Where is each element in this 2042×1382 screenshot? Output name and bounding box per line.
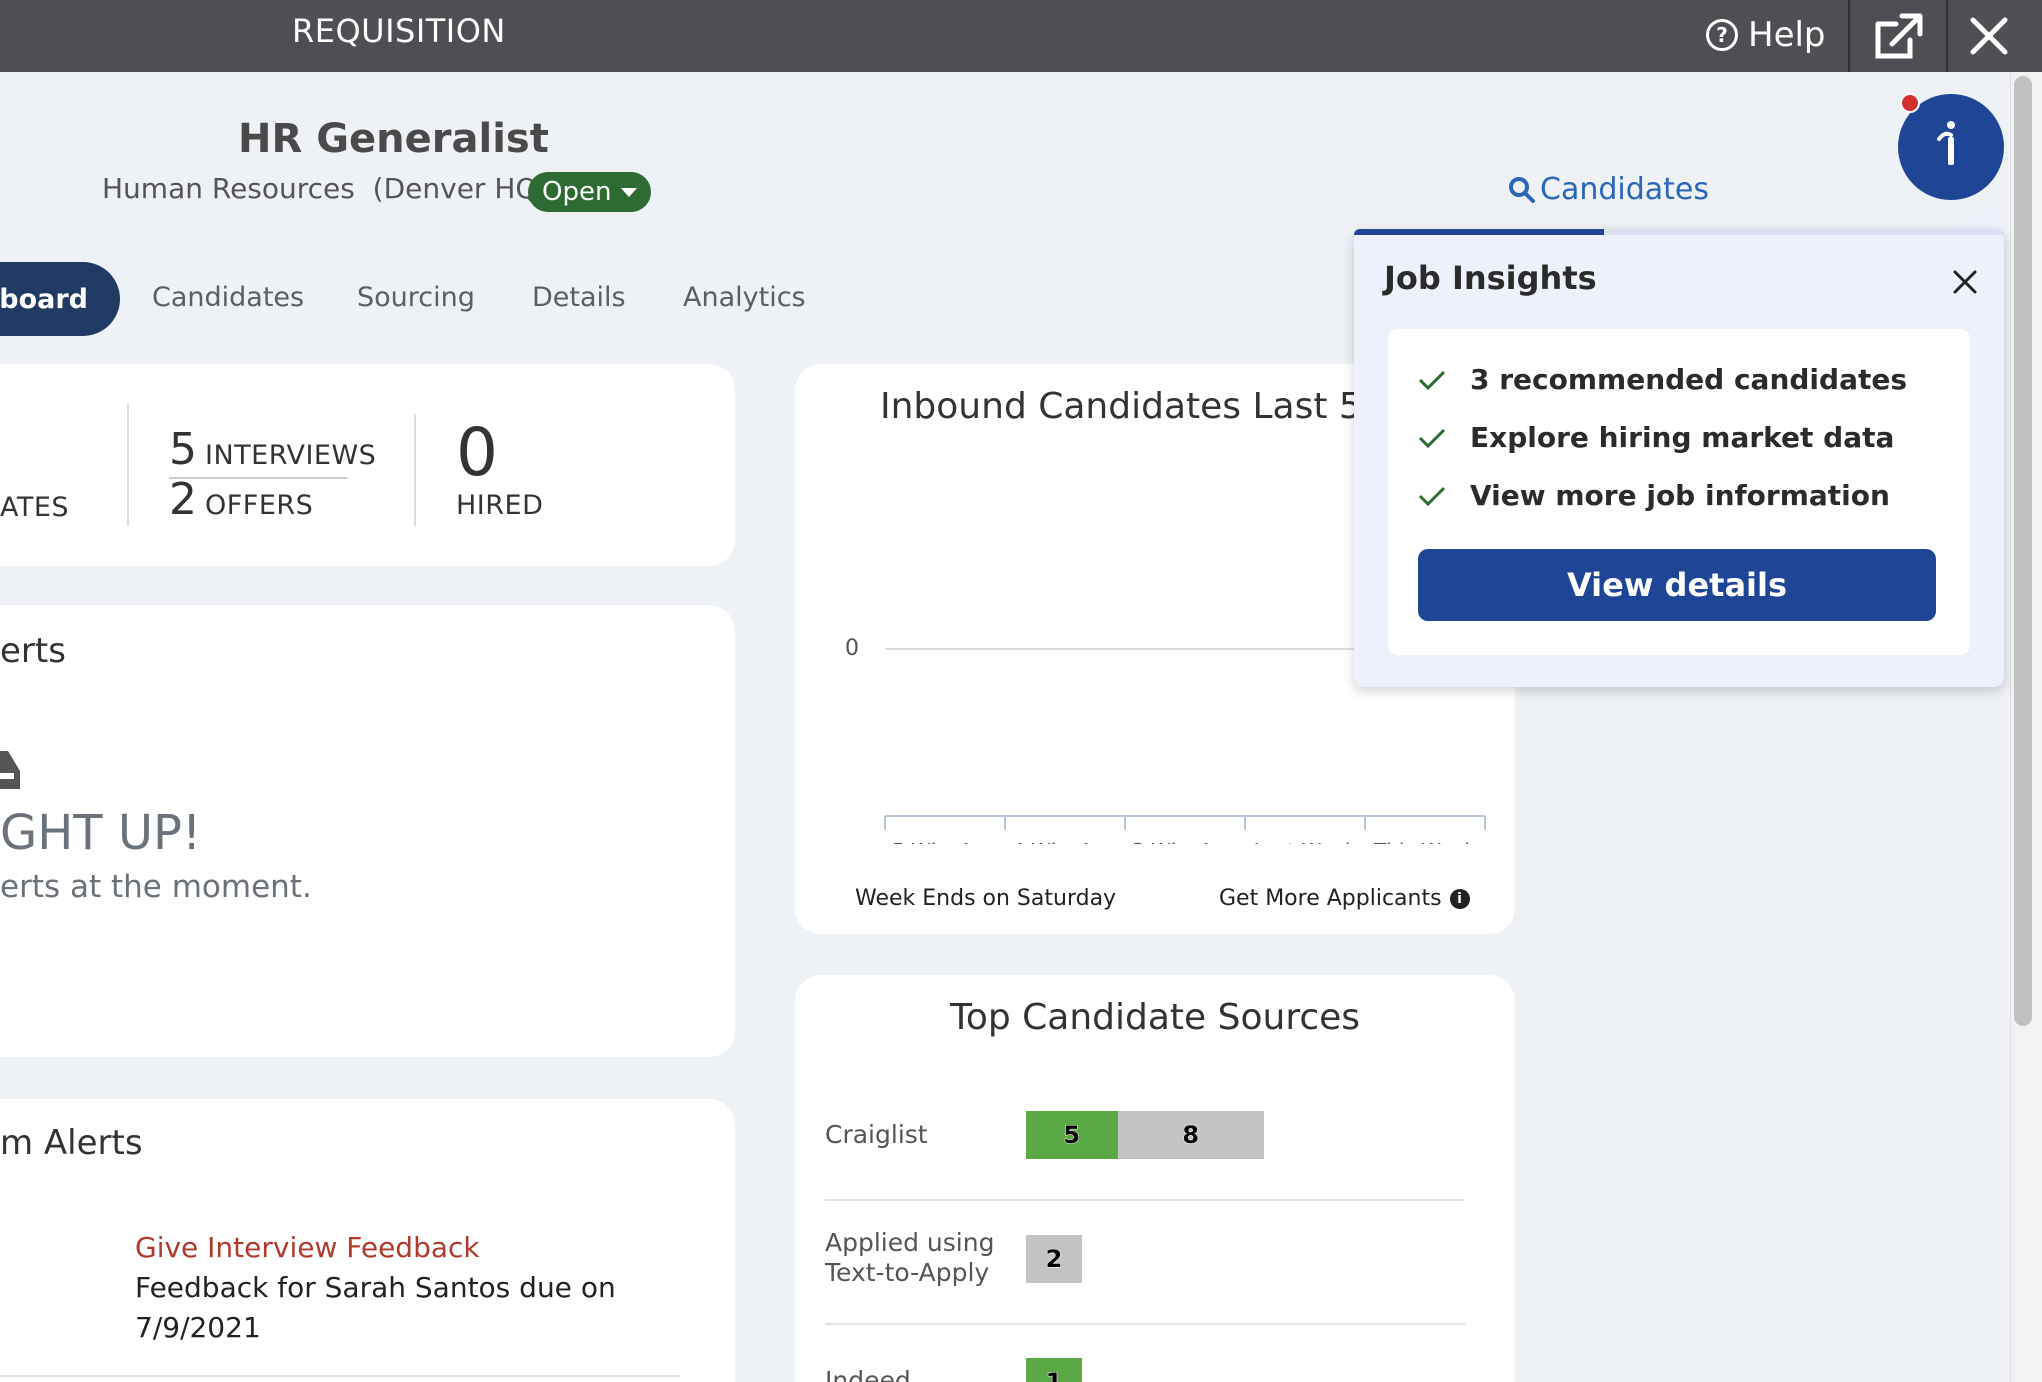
alert-item-title-link[interactable]: Give Interview Feedback xyxy=(135,1231,480,1264)
insight-item[interactable]: Explore hiring market data xyxy=(1418,421,1894,454)
caret-down-icon xyxy=(621,187,638,197)
divider xyxy=(0,1375,680,1377)
tab-sourcing[interactable]: Sourcing xyxy=(357,282,475,313)
x-tick-label: 3 Wks Ago xyxy=(1132,839,1238,844)
external-link-icon xyxy=(1875,13,1923,59)
divider xyxy=(825,1199,1465,1201)
alert-item-line1: Feedback for Sarah Santos due on xyxy=(135,1271,616,1304)
inbox-icon xyxy=(0,751,20,789)
hired-stat[interactable]: 0 HIRED xyxy=(456,414,544,522)
divider xyxy=(127,404,129,526)
tab-candidates[interactable]: Candidates xyxy=(152,282,304,313)
tab-dashboard[interactable]: hboard xyxy=(0,262,120,336)
get-more-applicants-label: Get More Applicants xyxy=(1219,886,1442,911)
chart-footer-week-ends: Week Ends on Saturday xyxy=(855,886,1117,911)
divider xyxy=(414,414,416,526)
team-alerts-title: m Alerts xyxy=(0,1123,143,1163)
popup-title: Job Insights xyxy=(1384,259,1597,297)
info-icon[interactable]: i xyxy=(1449,888,1470,909)
check-icon xyxy=(1418,428,1446,448)
source-label: Indeed xyxy=(825,1366,911,1382)
source-label-text: Applied using xyxy=(825,1228,995,1257)
x-tick-label: Last Week xyxy=(1254,839,1357,844)
interviews-stat[interactable]: 5 INTERVIEWS xyxy=(169,424,376,475)
progress-fill xyxy=(1354,229,1604,235)
help-label: Help xyxy=(1748,15,1826,55)
scrollbar-thumb[interactable] xyxy=(2014,76,2032,1026)
offers-label: OFFERS xyxy=(205,490,314,521)
alerts-card: erts GHT UP! erts at the moment. xyxy=(0,605,735,1057)
offers-count: 2 xyxy=(169,474,197,525)
source-label-text: Craiglist xyxy=(825,1120,928,1149)
insight-item-label: View more job information xyxy=(1470,479,1890,512)
close-icon xyxy=(1970,17,2008,55)
x-tick-label: 4 Wks Ago xyxy=(1012,839,1118,844)
interviews-label: INTERVIEWS xyxy=(205,440,377,471)
interviews-count: 5 xyxy=(169,424,197,475)
close-window-button[interactable] xyxy=(1944,0,2034,72)
notification-dot xyxy=(1900,93,1920,113)
candidate-sources-card: Top Candidate Sources xyxy=(795,975,1515,1382)
alerts-title: erts xyxy=(0,631,66,671)
job-subtitle: Human Resources (Denver HQ) xyxy=(102,172,549,205)
candidates-link-label: Candidates xyxy=(1540,172,1709,207)
tab-details[interactable]: Details xyxy=(532,282,626,313)
job-title: HR Generalist xyxy=(238,116,549,162)
search-icon xyxy=(1509,176,1535,203)
alerts-empty-headline: GHT UP! xyxy=(0,805,202,861)
close-icon[interactable] xyxy=(1952,269,1978,295)
question-icon: ? xyxy=(1706,19,1738,51)
info-icon xyxy=(1937,121,1955,165)
window-title: REQUISITION xyxy=(292,12,506,50)
check-icon xyxy=(1418,486,1446,506)
hired-label: HIRED xyxy=(456,490,544,521)
divider xyxy=(825,1323,1465,1325)
insight-item-label: Explore hiring market data xyxy=(1470,421,1895,454)
x-tick-label: This Week xyxy=(1373,839,1476,844)
insights-list: 3 recommended candidates Explore hiring … xyxy=(1388,329,1970,655)
open-external-button[interactable] xyxy=(1850,0,1946,72)
top-bar: REQUISITION ? Help xyxy=(0,0,2042,72)
hired-count: 0 xyxy=(456,414,498,491)
status-dropdown[interactable]: Open xyxy=(528,172,652,212)
status-label: Open xyxy=(542,177,612,207)
alerts-empty-message: erts at the moment. xyxy=(0,869,312,905)
offers-stat[interactable]: 2 OFFERS xyxy=(169,474,313,525)
team-alerts-card: m Alerts Give Interview Feedback Feedbac… xyxy=(0,1099,735,1382)
candidates-stat-label: ATES xyxy=(0,492,70,523)
insight-item[interactable]: View more job information xyxy=(1418,479,1890,512)
source-bar-gray[interactable]: 2 xyxy=(1026,1235,1082,1283)
sources-title: Top Candidate Sources xyxy=(949,997,1361,1038)
insight-item-label: 3 recommended candidates xyxy=(1470,363,1908,396)
popup-pointer xyxy=(1940,204,2000,232)
tab-analytics[interactable]: Analytics xyxy=(683,282,806,313)
x-tick-label: 5 Wks Ago xyxy=(892,839,998,844)
get-more-applicants-link[interactable]: Get More Applicants i xyxy=(1219,886,1470,911)
stats-card: ATES 5 INTERVIEWS 2 OFFERS 0 HIRED xyxy=(0,364,735,566)
source-label-text: Indeed xyxy=(825,1366,911,1382)
source-label: Craiglist xyxy=(825,1120,928,1150)
help-button[interactable]: ? Help xyxy=(1706,10,1826,60)
insight-item[interactable]: 3 recommended candidates xyxy=(1418,363,1907,396)
candidates-search-link[interactable]: Candidates xyxy=(1508,172,1709,207)
source-label: Applied using Text-to-Apply xyxy=(825,1228,994,1288)
source-bar-green[interactable]: 5 xyxy=(1026,1111,1118,1159)
check-icon xyxy=(1418,370,1446,390)
source-bar-gray[interactable]: 8 xyxy=(1117,1111,1264,1159)
job-insights-popup: Job Insights 3 recommended candidates Ex… xyxy=(1354,229,2004,687)
view-details-button[interactable]: View details xyxy=(1418,549,1936,621)
alert-item-line2: 7/9/2021 xyxy=(135,1311,261,1344)
source-label-text: Text-to-Apply xyxy=(825,1258,990,1287)
source-bar-green[interactable]: 1 xyxy=(1026,1358,1082,1382)
